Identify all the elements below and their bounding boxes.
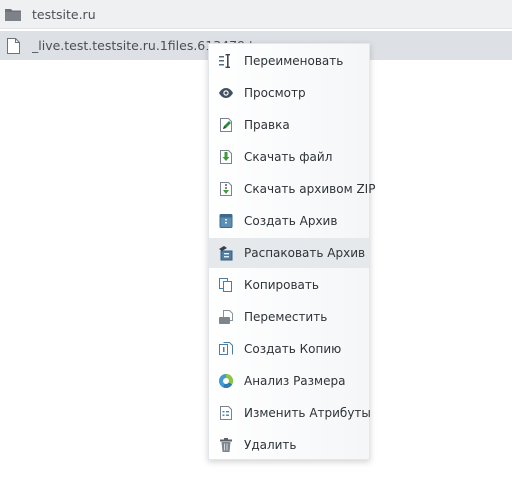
menu-item-view[interactable]: Просмотр [209,78,369,108]
menu-item-label: Скачать файл [244,150,333,164]
duplicate-icon [218,341,234,357]
copy-icon [218,277,234,293]
menu-item-duplicate[interactable]: Создать Копию [209,334,369,364]
menu-item-label: Распаковать Архив [244,246,366,260]
menu-item-label: Удалить [244,438,297,452]
menu-item-label: Правка [244,118,290,132]
menu-item-label: Создать Копию [244,342,342,356]
extract-icon [218,245,234,261]
menu-item-label: Переместить [244,310,328,324]
file-name: testsite.ru [32,6,96,22]
menu-item-delete[interactable]: Удалить [209,430,369,460]
file-icon [5,37,21,54]
menu-item-label: Переименовать [244,54,344,68]
menu-item-move[interactable]: Переместить [209,302,369,332]
edit-icon [218,117,234,133]
folder-icon [5,6,21,22]
menu-item-label: Скачать архивом ZIP [244,182,376,196]
menu-item-size-analysis[interactable]: Анализ Размера [209,366,369,396]
menu-item-create-archive[interactable]: Создать Архив [209,206,369,236]
move-icon [218,309,234,325]
zip-download-icon [218,181,234,197]
menu-item-rename[interactable]: Переименовать [209,46,369,76]
menu-item-edit[interactable]: Правка [209,110,369,140]
menu-item-label: Анализ Размера [244,374,346,388]
menu-item-change-attributes[interactable]: Изменить Атрибуты [209,398,371,428]
file-manager: testsite.ru _live.test.testsite.ru.1file… [0,0,512,488]
menu-item-download-file[interactable]: Скачать файл [209,142,369,172]
menu-item-download-zip[interactable]: Скачать архивом ZIP [209,174,375,204]
download-icon [218,149,234,165]
menu-item-copy[interactable]: Копировать [209,270,369,300]
trash-icon [218,437,234,453]
context-menu: Переименовать Просмотр Правка Скачать фа… [208,43,375,460]
rename-icon [218,53,234,69]
menu-item-label: Создать Архив [244,214,338,228]
menu-item-label: Копировать [244,278,319,292]
menu-item-label: Просмотр [244,86,306,100]
eye-icon [218,85,234,101]
size-analysis-icon [218,373,234,389]
menu-item-label: Изменить Атрибуты [244,406,371,420]
archive-icon [218,213,234,229]
attributes-icon [218,405,234,421]
menu-item-extract-archive[interactable]: Распаковать Архив [209,238,369,268]
file-list-row-folder[interactable]: testsite.ru [0,0,512,29]
